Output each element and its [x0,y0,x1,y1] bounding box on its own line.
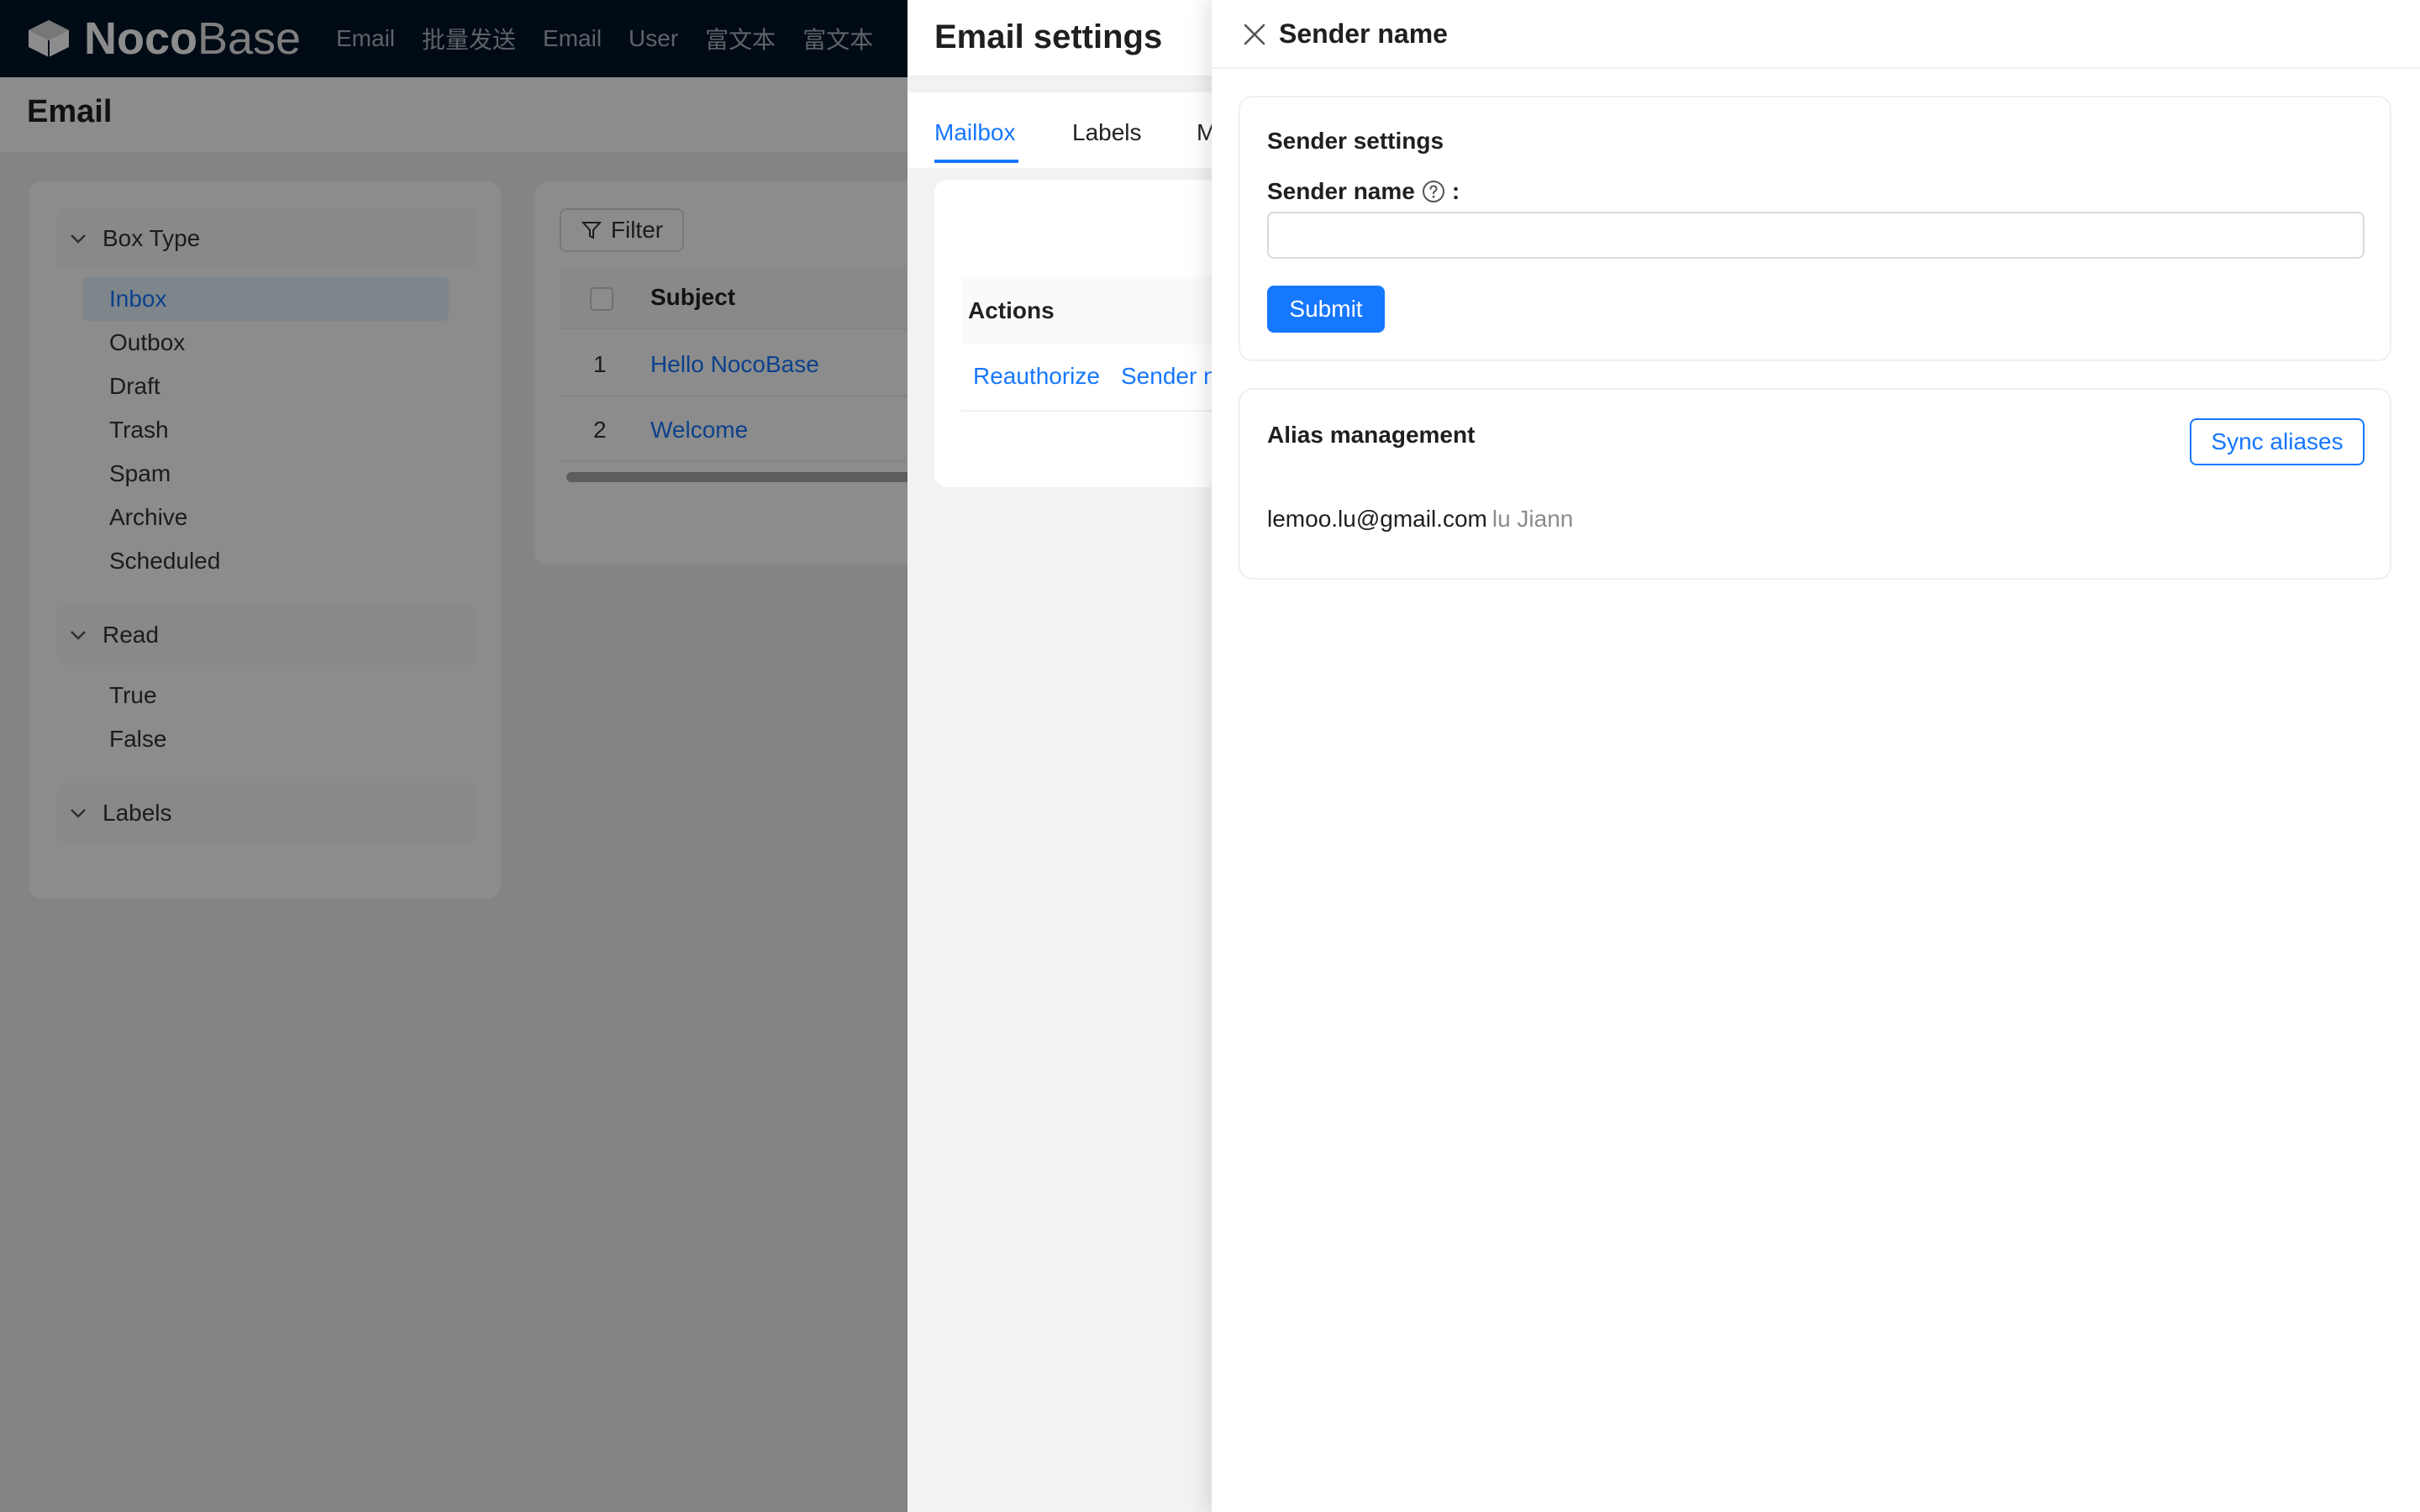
alias-email: lemoo.lu@gmail.com [1267,506,1487,532]
tab-mailbox[interactable]: Mailbox [934,119,1015,146]
alias-display-name: lu Jiann [1491,506,1574,532]
column-header-actions: Actions [968,297,1055,323]
tab-labels[interactable]: Labels [1072,119,1142,146]
email-settings-title: Email settings [934,18,1163,55]
question-circle-icon[interactable] [1422,180,1445,203]
sender-name-input[interactable] [1267,212,2365,259]
sender-name-label: Sender name : [1267,178,1460,205]
alias-item[interactable]: lemoo.lu@gmail.com lu Jiann [1267,506,1573,533]
submit-button[interactable]: Submit [1267,286,1385,333]
sender-name-label-colon: : [1451,178,1460,204]
active-tab-indicator [934,160,1018,163]
alias-management-section [1239,388,2391,580]
sync-aliases-button[interactable]: Sync aliases [2190,418,2365,465]
reauthorize-link[interactable]: Reauthorize [973,363,1100,390]
alias-management-title: Alias management [1267,422,1476,448]
sender-settings-title: Sender settings [1267,128,1444,154]
drawer-title: Sender name [1279,18,1448,49]
sender-name-link[interactable]: Sender n [1121,363,1217,390]
sender-name-label-text: Sender name [1267,178,1415,204]
close-icon[interactable] [1240,20,1269,49]
